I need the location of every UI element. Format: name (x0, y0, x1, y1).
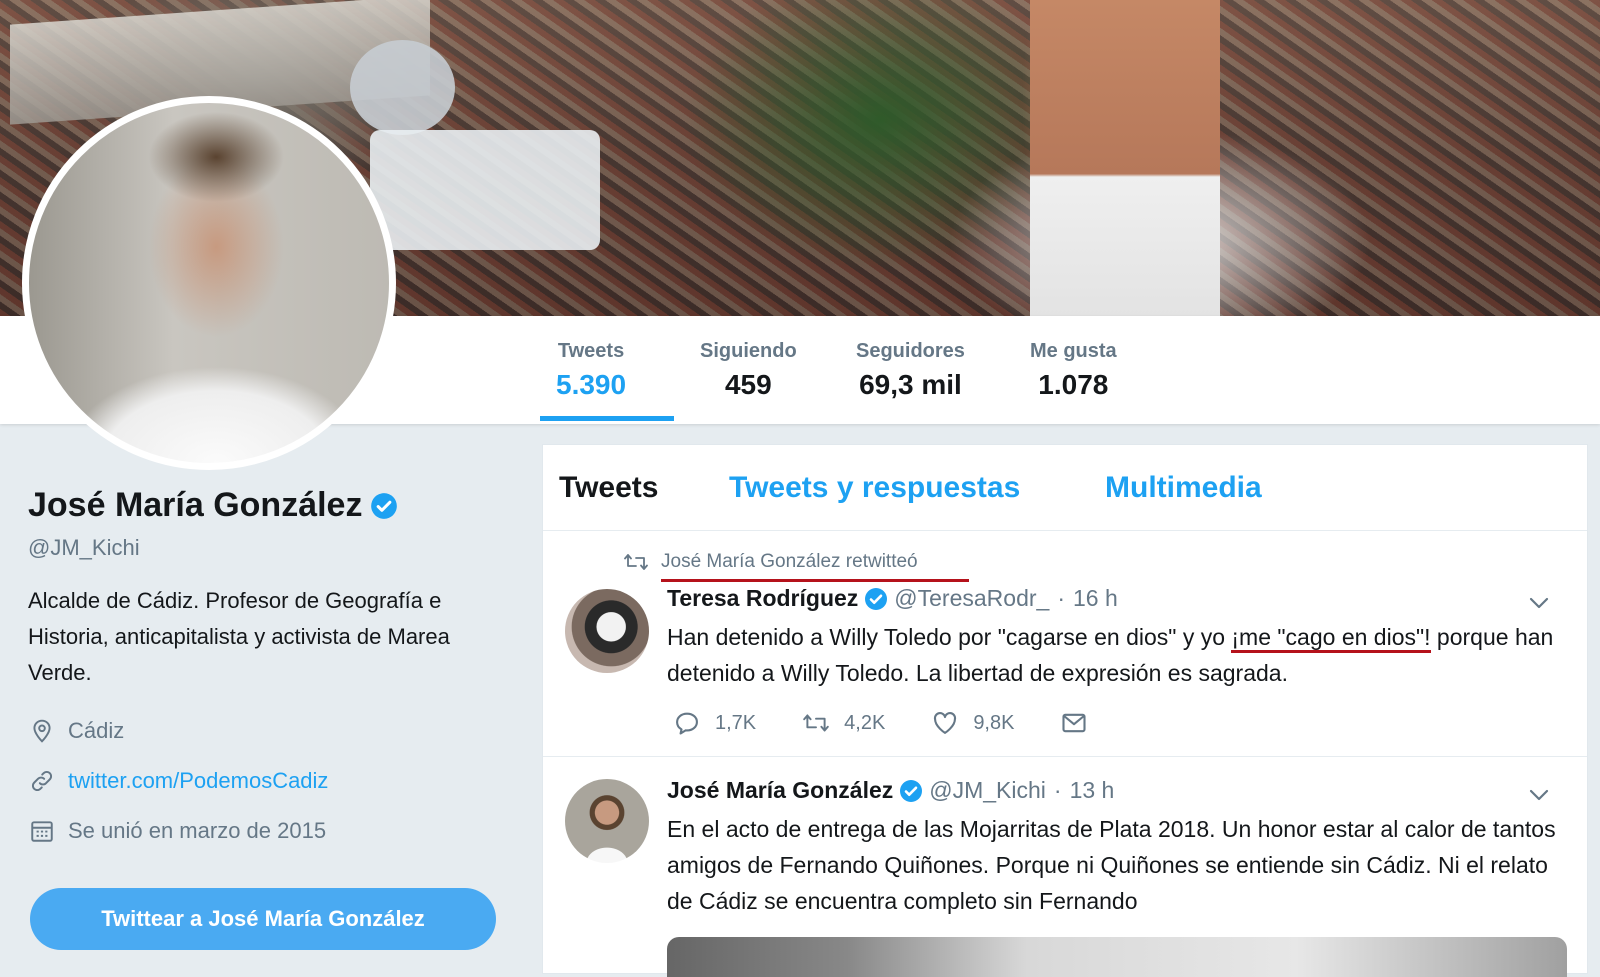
tab-tweets[interactable]: Tweets (559, 471, 658, 505)
retweet-icon (803, 714, 829, 732)
stat-followers[interactable]: Seguidores 69,3 mil (856, 340, 965, 401)
annotation-underline (661, 579, 969, 582)
location-text: Cádiz (68, 718, 125, 743)
profile-website: twitter.com/PodemosCadiz (28, 767, 548, 795)
tweet-to-button[interactable]: Twittear a José María González (30, 888, 496, 950)
active-stat-indicator (540, 416, 674, 421)
profile-location: Cádiz (28, 717, 548, 745)
stat-value: 69,3 mil (859, 369, 962, 400)
tweet-item[interactable]: José María González retwitteó Teresa Rod… (543, 531, 1587, 757)
banner-van (370, 130, 600, 250)
tab-media[interactable]: Multimedia (1105, 471, 1262, 505)
timeline-tabs: Tweets Tweets y respuestas Multimedia (543, 445, 1587, 531)
link-icon (28, 767, 56, 795)
tweet-author-name[interactable]: Teresa Rodríguez (667, 585, 858, 612)
timeline: Tweets Tweets y respuestas Multimedia Jo… (542, 444, 1588, 977)
chevron-down-icon[interactable] (1527, 591, 1551, 615)
tweet-item[interactable]: José María González @JM_Kichi · 13 h En … (543, 757, 1587, 977)
profile-handle[interactable]: @JM_Kichi (28, 535, 548, 561)
stat-following[interactable]: Siguiendo 459 (700, 340, 797, 401)
retweet-icon (624, 554, 648, 570)
banner-raised-arm (1030, 0, 1220, 316)
profile-bio: Alcalde de Cádiz. Profesor de Geografía … (28, 588, 450, 685)
profile-card: José María González @JM_Kichi Alcalde de… (28, 486, 548, 845)
reply-count: 1,7K (715, 711, 757, 734)
chevron-down-icon[interactable] (1527, 783, 1551, 807)
verified-badge-icon (900, 779, 923, 802)
heart-icon (934, 712, 957, 734)
tab-tweets-and-replies[interactable]: Tweets y respuestas (729, 471, 1020, 505)
tweet-timestamp[interactable]: 16 h (1073, 585, 1118, 612)
retweet-action[interactable]: 4,2K (802, 709, 885, 737)
tweet-header: Teresa Rodríguez @TeresaRodr_ · 16 h (667, 585, 1118, 612)
stat-value: 1.078 (1038, 369, 1109, 400)
stat-label: Seguidores (856, 340, 965, 362)
tweet-author-handle[interactable]: @JM_Kichi (929, 777, 1046, 804)
banner-satellite-dish (350, 40, 455, 135)
stat-label: Tweets (557, 340, 625, 362)
tweet-text-highlight: ¡me "cago en dios"! (1231, 624, 1431, 653)
stat-value: 459 (724, 369, 772, 400)
separator-dot: · (1053, 777, 1062, 803)
separator-dot: · (1057, 585, 1065, 611)
profile-name[interactable]: José María González (28, 486, 362, 525)
tweet-author-avatar[interactable] (565, 779, 649, 863)
tweet-text: Han detenido a Willy Toledo por "cagarse… (667, 619, 1567, 691)
tweet-timestamp[interactable]: 13 h (1070, 777, 1115, 804)
like-count: 9,8K (973, 711, 1015, 734)
envelope-icon (1062, 713, 1087, 733)
reply-icon (676, 712, 698, 735)
reply-action[interactable]: 1,7K (673, 709, 756, 737)
retweet-context-text[interactable]: José María González retwitteó (661, 551, 918, 573)
joined-text: Se unió en marzo de 2015 (68, 818, 327, 843)
stat-label: Siguiendo (700, 340, 797, 362)
tweet-author-avatar[interactable] (565, 589, 649, 673)
verified-badge-icon (371, 492, 398, 519)
tweet-header: José María González @JM_Kichi · 13 h (667, 777, 1114, 804)
tweet-author-handle[interactable]: @TeresaRodr_ (894, 585, 1049, 612)
retweet-context: José María González retwitteó (623, 551, 969, 582)
stat-likes[interactable]: Me gusta 1.078 (1030, 340, 1117, 401)
like-action[interactable]: 9,8K (931, 709, 1014, 737)
stat-label: Me gusta (1030, 340, 1117, 362)
tweet-actions: 1,7K 4,2K 9,8K (673, 709, 1148, 737)
stat-value: 5.390 (556, 369, 627, 400)
tweet-text-part: Han detenido a Willy Toledo por "cagarse… (667, 624, 1232, 650)
stat-tweets[interactable]: Tweets 5.390 (556, 340, 626, 401)
calendar-icon (28, 817, 56, 845)
tweet-author-name[interactable]: José María González (667, 777, 893, 804)
tweet-media-image[interactable] (667, 937, 1567, 977)
location-icon (28, 717, 56, 745)
direct-message-action[interactable] (1060, 709, 1102, 737)
verified-badge-icon (865, 587, 888, 610)
retweet-count: 4,2K (844, 711, 886, 734)
tweet-text: En el acto de entrega de las Mojarritas … (667, 816, 1556, 914)
profile-avatar[interactable] (22, 96, 396, 470)
website-link[interactable]: twitter.com/PodemosCadiz (68, 768, 328, 794)
profile-joined: Se unió en marzo de 2015 (28, 817, 548, 845)
